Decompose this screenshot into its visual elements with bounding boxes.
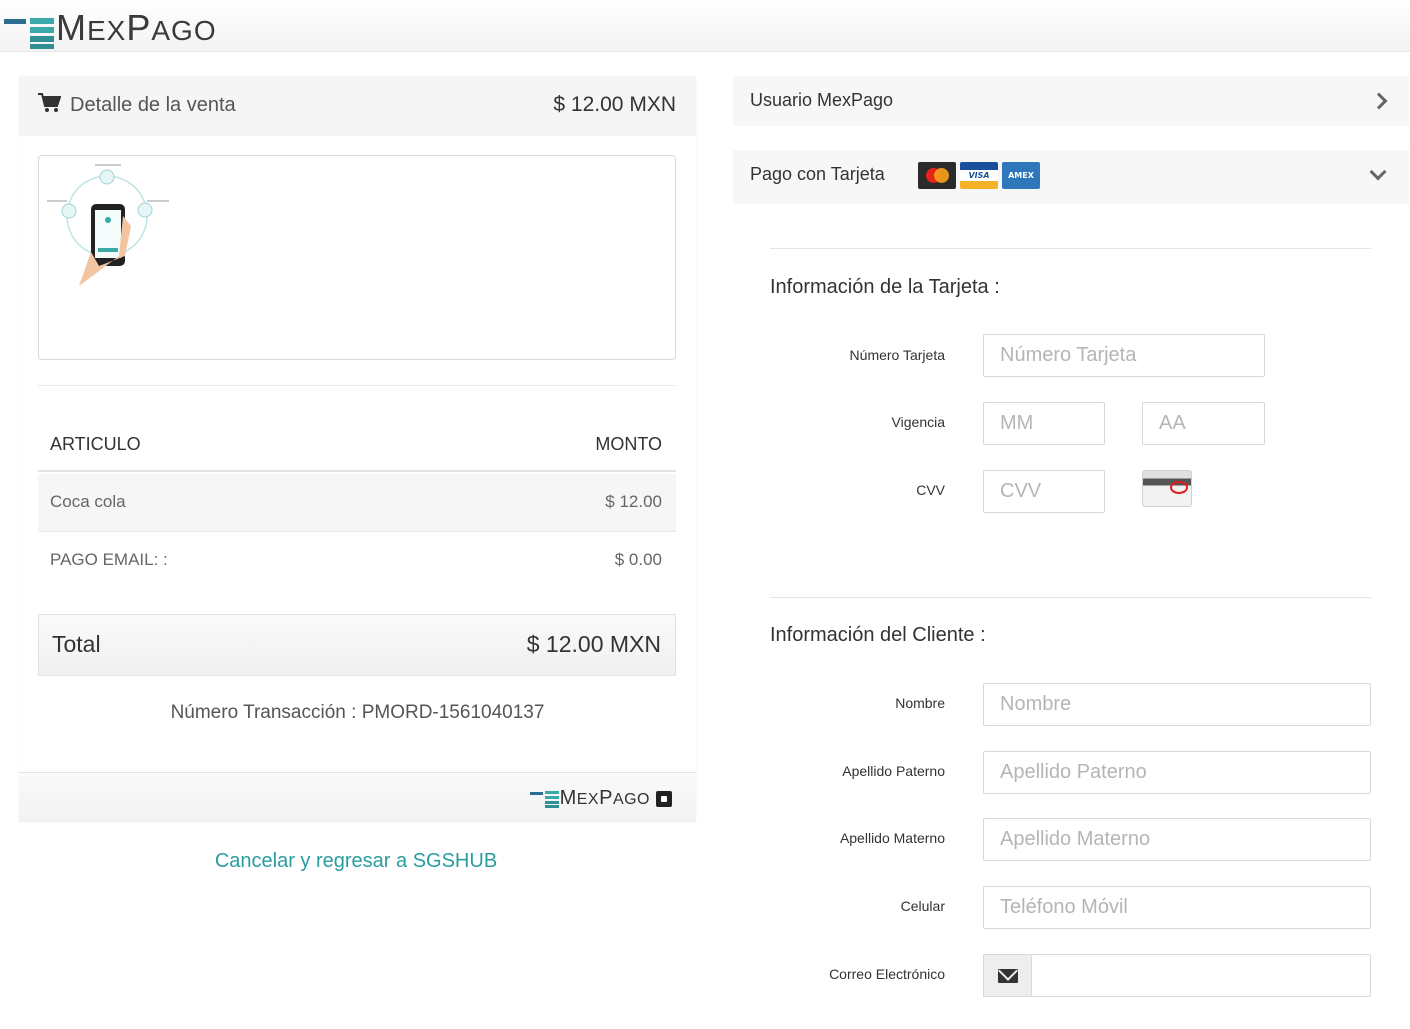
total-label: Total [52, 631, 101, 657]
accordion-title: Usuario MexPago [750, 90, 894, 110]
lastname1-label: Apellido Paterno [842, 763, 945, 779]
visa-icon: VISA [960, 162, 998, 189]
sale-amount: $ 12.00 MXN [553, 93, 676, 116]
phone-input[interactable] [983, 886, 1371, 929]
lastname2-input[interactable] [983, 818, 1371, 861]
amex-icon: AMEX [1002, 162, 1040, 189]
mexpago-logo-text: MEXPAGO [559, 787, 650, 809]
expiry-year-input[interactable] [1142, 402, 1265, 445]
card-number-label: Número Tarjeta [849, 347, 945, 363]
mexpago-logo-icon [4, 15, 54, 49]
row-item: Coca cola [50, 492, 126, 511]
envelope-icon [997, 968, 1018, 983]
cvv-label: CVV [916, 482, 945, 498]
column-header-item: ARTICULO [50, 434, 141, 454]
lastname2-label: Apellido Materno [839, 830, 945, 846]
cvv-input[interactable] [983, 470, 1105, 513]
card-brand-logos: VISA AMEX [918, 162, 1040, 189]
payment-panel: Usuario MexPago Pago con Tarjeta VISA AM… [733, 76, 1409, 1029]
name-input[interactable] [983, 683, 1371, 726]
phone-payment-illustration [47, 164, 169, 286]
client-info-title: Información del Cliente : [770, 624, 986, 646]
sale-detail-panel: Detalle de la venta $ 12.00 MXN ARTICULO… [19, 76, 696, 822]
transaction-number: Número Transacción : PMORD-1561040137 [170, 702, 545, 723]
panel-footer: MEXPAGO [19, 772, 696, 822]
name-label: Nombre [895, 695, 945, 711]
mexpago-logo-text: MEXPAGO [56, 7, 217, 48]
chevron-right-icon [1370, 92, 1388, 110]
divider [770, 597, 1371, 598]
cancel-and-return-link[interactable]: Cancelar y regresar a SGSHUB [0, 850, 712, 873]
items-table-header: ARTICULO MONTO [38, 426, 676, 472]
row-amount: $ 12.00 [605, 492, 662, 511]
cvv-card-back-icon [1142, 470, 1192, 507]
lastname1-input[interactable] [983, 751, 1371, 794]
email-label: Correo Electrónico [829, 966, 945, 982]
total-box: Total $ 12.00 MXN [38, 614, 676, 676]
table-row: PAGO EMAIL: : $ 0.00 [38, 532, 676, 590]
mastercard-icon [918, 162, 956, 189]
sale-detail-header: Detalle de la venta $ 12.00 MXN [19, 76, 696, 136]
sale-detail-title: Detalle de la venta [70, 94, 236, 116]
row-item: PAGO EMAIL: : [50, 550, 168, 569]
email-addon [983, 954, 1031, 997]
divider [770, 248, 1371, 249]
email-input[interactable] [1031, 954, 1371, 997]
product-image [38, 155, 676, 360]
total-amount: $ 12.00 MXN [526, 631, 661, 657]
card-info-title: Información de la Tarjeta : [770, 276, 1000, 298]
table-row: Coca cola $ 12.00 [38, 474, 676, 532]
divider [38, 385, 676, 386]
accordion-title: Pago con Tarjeta [750, 164, 885, 184]
expiry-month-input[interactable] [983, 402, 1105, 445]
mexpago-logo[interactable]: MEXPAGO [4, 10, 217, 49]
lock-icon [656, 790, 672, 807]
column-header-amount: MONTO [595, 434, 662, 454]
mexpago-secure-logo: MEXPAGO [529, 787, 672, 810]
mexpago-logo-icon [529, 790, 559, 808]
row-amount: $ 0.00 [614, 550, 662, 569]
top-bar: MEXPAGO [0, 0, 1410, 52]
phone-label: Celular [900, 898, 945, 914]
card-number-input[interactable] [983, 334, 1265, 377]
expiry-label: Vigencia [891, 414, 945, 430]
accordion-mexpago-user[interactable]: Usuario MexPago [733, 76, 1409, 126]
shopping-cart-icon [38, 93, 61, 112]
